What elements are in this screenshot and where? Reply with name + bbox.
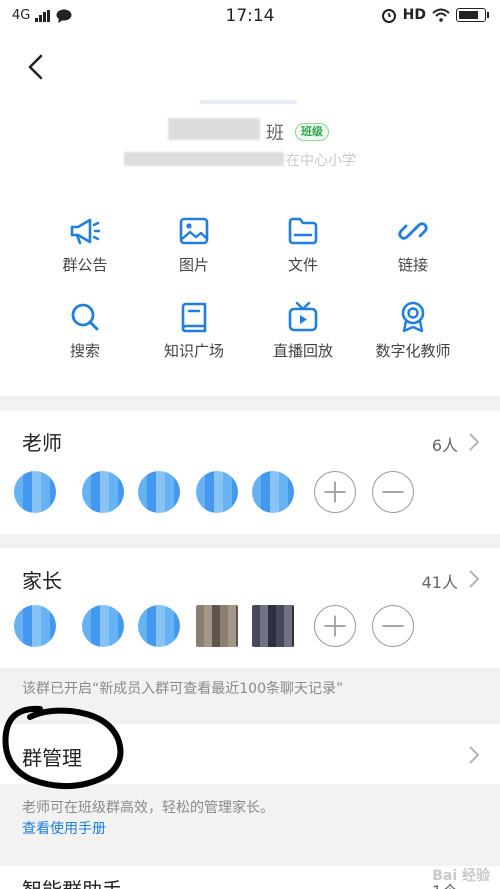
badge-icon	[401, 301, 425, 333]
chevron-right-icon[interactable]	[468, 745, 480, 765]
plus-icon	[324, 615, 346, 637]
avatar[interactable]	[138, 605, 180, 647]
teachers-section[interactable]: 老师 6人	[0, 411, 500, 534]
blurred-school	[124, 152, 284, 166]
avatar[interactable]	[252, 605, 294, 647]
tool-live-replay[interactable]: 直播回放	[243, 300, 363, 361]
hd-label: HD	[402, 7, 426, 23]
add-member-button[interactable]	[314, 605, 356, 647]
blurred-strip	[200, 100, 297, 104]
remove-member-button[interactable]	[372, 605, 414, 647]
tool-label: 数字化教师	[375, 342, 451, 360]
teachers-count: 6人	[431, 436, 458, 455]
add-member-button[interactable]	[314, 471, 356, 513]
link-icon	[398, 222, 428, 240]
image-icon	[179, 217, 209, 245]
alarm-icon	[381, 9, 396, 23]
tool-label: 文件	[287, 256, 318, 274]
tv-icon	[288, 301, 318, 332]
avatar[interactable]	[196, 605, 238, 647]
manual-link[interactable]: 查看使用手册	[22, 818, 106, 838]
tool-label: 知识广场	[163, 342, 224, 360]
megaphone-icon	[70, 218, 101, 245]
tool-label: 链接	[397, 256, 428, 274]
smart-assistant-title: 智能群助手	[22, 874, 122, 889]
tool-knowledge[interactable]: 知识广场	[134, 300, 254, 361]
school-name-visible: 在中心小学	[286, 153, 356, 169]
battery-level	[459, 11, 478, 19]
hand-drawn-circle	[2, 705, 124, 790]
smart-assistant-row[interactable]: 智能群助手 1个	[0, 866, 500, 889]
history-note: 该群已开启“新成员入群可查看最近100条聊天记录”	[22, 681, 344, 697]
status-bar: 4G 17:14 HD	[0, 0, 500, 34]
status-right: HD	[381, 7, 489, 23]
chevron-right-icon[interactable]	[468, 569, 480, 589]
avatar[interactable]	[14, 605, 56, 647]
battery-icon	[456, 8, 489, 22]
tool-label: 搜索	[69, 342, 100, 360]
tool-search[interactable]: 搜索	[25, 300, 145, 361]
minus-icon	[382, 491, 404, 493]
group-name-visible: 班	[266, 123, 284, 144]
search-icon	[71, 303, 99, 331]
avatar[interactable]	[196, 471, 238, 513]
group-header: 班 班级 在中心小学	[0, 100, 500, 194]
wifi-icon	[432, 8, 450, 22]
tool-files[interactable]: 文件	[243, 214, 363, 275]
blurred-name	[168, 118, 260, 140]
avatar[interactable]	[14, 471, 56, 513]
tool-images[interactable]: 图片	[134, 214, 254, 275]
tool-announcement[interactable]: 群公告	[25, 214, 145, 275]
tool-label: 图片	[178, 256, 209, 274]
tool-digital-teacher[interactable]: 数字化教师	[353, 300, 473, 361]
group-management-note: 老师可在班级群高效，轻松的管理家长。	[22, 800, 274, 816]
nav-bar	[0, 34, 500, 100]
minus-icon	[382, 625, 404, 627]
parents-count: 41人	[421, 573, 458, 592]
book-icon	[181, 302, 207, 333]
plus-icon	[324, 481, 346, 503]
teachers-title: 老师	[22, 431, 62, 455]
avatar[interactable]	[252, 471, 294, 513]
remove-member-button[interactable]	[372, 471, 414, 513]
avatar[interactable]	[82, 605, 124, 647]
tool-label: 直播回放	[272, 342, 333, 360]
folder-icon	[288, 217, 318, 245]
back-arrow-icon[interactable]	[22, 52, 52, 82]
chevron-right-icon[interactable]	[468, 432, 480, 452]
avatar[interactable]	[138, 471, 180, 513]
tool-grid: 群公告 图片 文件 链接 搜索 知识广场 直播回放 数字化教师	[0, 194, 500, 396]
tool-links[interactable]: 链接	[353, 214, 473, 275]
parents-title: 家长	[22, 569, 62, 593]
class-badge: 班级	[295, 123, 329, 141]
tool-label: 群公告	[62, 256, 108, 274]
watermark: Bai 经验	[432, 868, 490, 884]
parents-section[interactable]: 家长 41人	[0, 548, 500, 668]
avatar[interactable]	[82, 471, 124, 513]
